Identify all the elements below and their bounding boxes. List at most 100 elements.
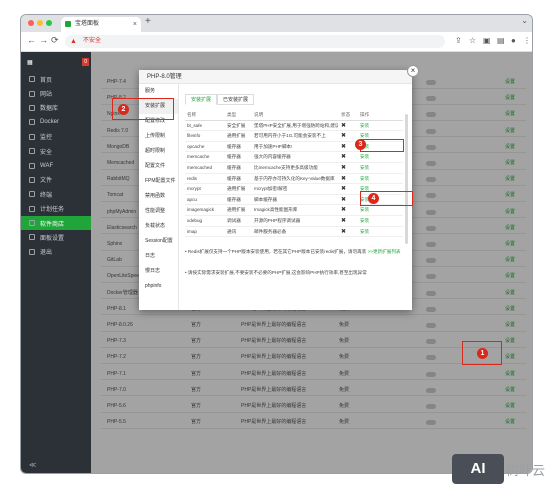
sidebar-menu-icon: [29, 191, 35, 198]
tab-close-icon[interactable]: ×: [133, 17, 137, 32]
extension-desc: 邮件服务器必备: [254, 228, 287, 234]
modal-menu-item[interactable]: 慢日志: [139, 264, 178, 279]
extension-row: memcached 缓存器 比memcache支持更多高级功能 ✖ 安装: [185, 163, 403, 174]
extension-name: apcu: [187, 196, 197, 202]
profile-icon[interactable]: ●: [511, 36, 516, 45]
extension-name: imagemagick: [187, 207, 215, 213]
sidebar-item-label: 数据库: [40, 106, 59, 113]
install-extension-link[interactable]: 安装: [360, 152, 369, 163]
notification-badge[interactable]: 0: [82, 58, 89, 66]
tab-installed-extensions[interactable]: 已安装扩展: [217, 94, 255, 105]
sidebar-header: ▦ 0: [21, 52, 91, 72]
collapse-sidebar-icon[interactable]: ≪: [29, 461, 36, 469]
close-window-icon[interactable]: [28, 20, 34, 26]
extension-desc: 开源的PHP程序调试器: [254, 217, 301, 223]
modal-menu-item[interactable]: phpinfo: [139, 279, 178, 294]
sidebar-menu-icon: [29, 133, 35, 140]
extension-name: xdebug: [187, 217, 203, 223]
minimize-window-icon[interactable]: [37, 20, 43, 26]
sidebar-item[interactable]: 网站: [21, 86, 91, 100]
sidebar-item[interactable]: 退出: [21, 245, 91, 259]
sidebar-item[interactable]: 计划任务: [21, 202, 91, 216]
install-extension-link[interactable]: 安装: [360, 227, 369, 238]
header-desc: 说明: [254, 112, 264, 117]
install-extension-link[interactable]: 安装: [360, 174, 369, 185]
sidebar-menu-icon: [29, 148, 35, 155]
extension-desc: Imagick高性能图形库: [254, 207, 298, 213]
callout-2: 2: [118, 104, 129, 115]
callout-4: 4: [368, 193, 379, 204]
back-icon[interactable]: ←: [27, 35, 36, 45]
sidebar-item[interactable]: 终端: [21, 187, 91, 201]
status-not-installed-icon: ✖: [341, 196, 347, 203]
sidebar-menu-icon: [29, 248, 35, 255]
url-input[interactable]: ▲ 不安全: [65, 35, 445, 48]
tab-bar: 宝塔面板 × + ⌄: [21, 15, 532, 32]
modal-close-button[interactable]: ×: [407, 65, 419, 77]
bookmark-icon[interactable]: ☆: [469, 36, 476, 45]
share-icon[interactable]: ⇪: [455, 36, 462, 45]
status-not-installed-icon: ✖: [341, 228, 347, 235]
modal-menu-item[interactable]: 配置文件: [139, 159, 178, 174]
sidepanel-icon[interactable]: ▤: [497, 36, 505, 45]
sidebar-item[interactable]: 面板设置: [21, 230, 91, 244]
extension-name: bt_safe: [187, 122, 203, 128]
sidebar-item[interactable]: 首页: [21, 72, 91, 86]
modal-menu-item[interactable]: 服务: [139, 84, 178, 99]
extension-table-header: 名称 类型 说明 状态 操作: [185, 110, 403, 121]
reload-icon[interactable]: ⟳: [51, 35, 59, 46]
status-not-installed-icon: ✖: [341, 186, 347, 193]
sidebar-item-label: 退出: [40, 250, 53, 257]
sidebar-item-label: 面板设置: [40, 235, 65, 242]
window-controls: [28, 20, 52, 26]
install-extension-link[interactable]: 安装: [360, 121, 369, 132]
more-menu-icon[interactable]: ⋮: [523, 36, 531, 45]
modal-menu-item[interactable]: 超时限制: [139, 144, 178, 159]
status-not-installed-icon: ✖: [341, 143, 347, 150]
watermark-logo: AI: [452, 454, 504, 484]
browser-tab[interactable]: 宝塔面板 ×: [61, 17, 141, 32]
sidebar-item[interactable]: 软件商店: [21, 215, 91, 231]
modal-menu-item[interactable]: Session配置: [139, 234, 178, 249]
extension-name: memcached: [187, 164, 213, 170]
tab-menu-icon[interactable]: ⌄: [521, 16, 528, 25]
modal-menu-item[interactable]: 日志: [139, 249, 178, 264]
extension-desc: 若可用内存小于1G,可能会安装不上: [254, 133, 326, 139]
sidebar-item[interactable]: WAF: [21, 158, 91, 172]
extension-type: 通用扩展: [227, 133, 246, 139]
modal-menu-item[interactable]: 负载状态: [139, 219, 178, 234]
sidebar-item[interactable]: 文件: [21, 173, 91, 187]
modal-menu-item[interactable]: 禁用函数: [139, 189, 178, 204]
install-extension-link[interactable]: 安装: [360, 216, 369, 227]
sidebar-item-label: WAF: [40, 162, 54, 169]
maximize-window-icon[interactable]: [46, 20, 52, 26]
sidebar-item[interactable]: 数据库: [21, 101, 91, 115]
extension-type: 通讯: [227, 228, 237, 234]
extension-type: 通用扩展: [227, 207, 246, 213]
sidebar-item[interactable]: Docker: [21, 115, 91, 129]
sidebar-menu-icon: [29, 220, 35, 227]
php-manage-modal: PHP-8.0管理 × 服务 安装扩展 配置修改 上传限制 超时限制 配置文件 FPM配置文…: [139, 65, 419, 310]
new-tab-button[interactable]: +: [145, 16, 151, 27]
sidebar-item[interactable]: 监控: [21, 130, 91, 144]
table-scrollbar[interactable]: [405, 114, 408, 244]
extension-icon[interactable]: ▣: [483, 36, 491, 45]
sidebar-item-label: 首页: [40, 77, 53, 84]
sidebar-menu-icon: [29, 119, 35, 126]
install-extension-link[interactable]: 安装: [360, 163, 369, 174]
modal-menu-item[interactable]: FPM配置文件: [139, 174, 178, 189]
redis-note: • Redis扩展仅支持一个PHP版本安装使用，若在其它PHP版本已安装redi…: [185, 249, 401, 254]
sidebar-item-label: 文件: [40, 178, 53, 185]
insecure-warning-icon: ▲: [70, 38, 77, 45]
sidebar-item[interactable]: 安全: [21, 144, 91, 158]
forward-icon[interactable]: →: [39, 35, 48, 45]
extension-type: 缓存器: [227, 154, 241, 160]
extension-row: bt_safe 安全扩展 堡塔PHP安全扩展,用于增强防跨站和,建议Nginx/Ap…: [185, 121, 403, 132]
tab-install-extensions[interactable]: 安装扩展: [185, 94, 218, 105]
modal-menu-item[interactable]: 上传限制: [139, 129, 178, 144]
install-extension-link[interactable]: 安装: [360, 205, 369, 216]
modal-menu-item[interactable]: 性能调整: [139, 204, 178, 219]
extension-warning-text: 请按实际需求安装扩展,不要安装不必要的PHP扩展,这会影响PHP执行效率,甚至出…: [187, 270, 367, 275]
extension-row: imap 通讯 邮件服务器必备 ✖ 安装: [185, 227, 403, 238]
refresh-extension-list-link[interactable]: >>更新扩展列表: [368, 249, 401, 254]
